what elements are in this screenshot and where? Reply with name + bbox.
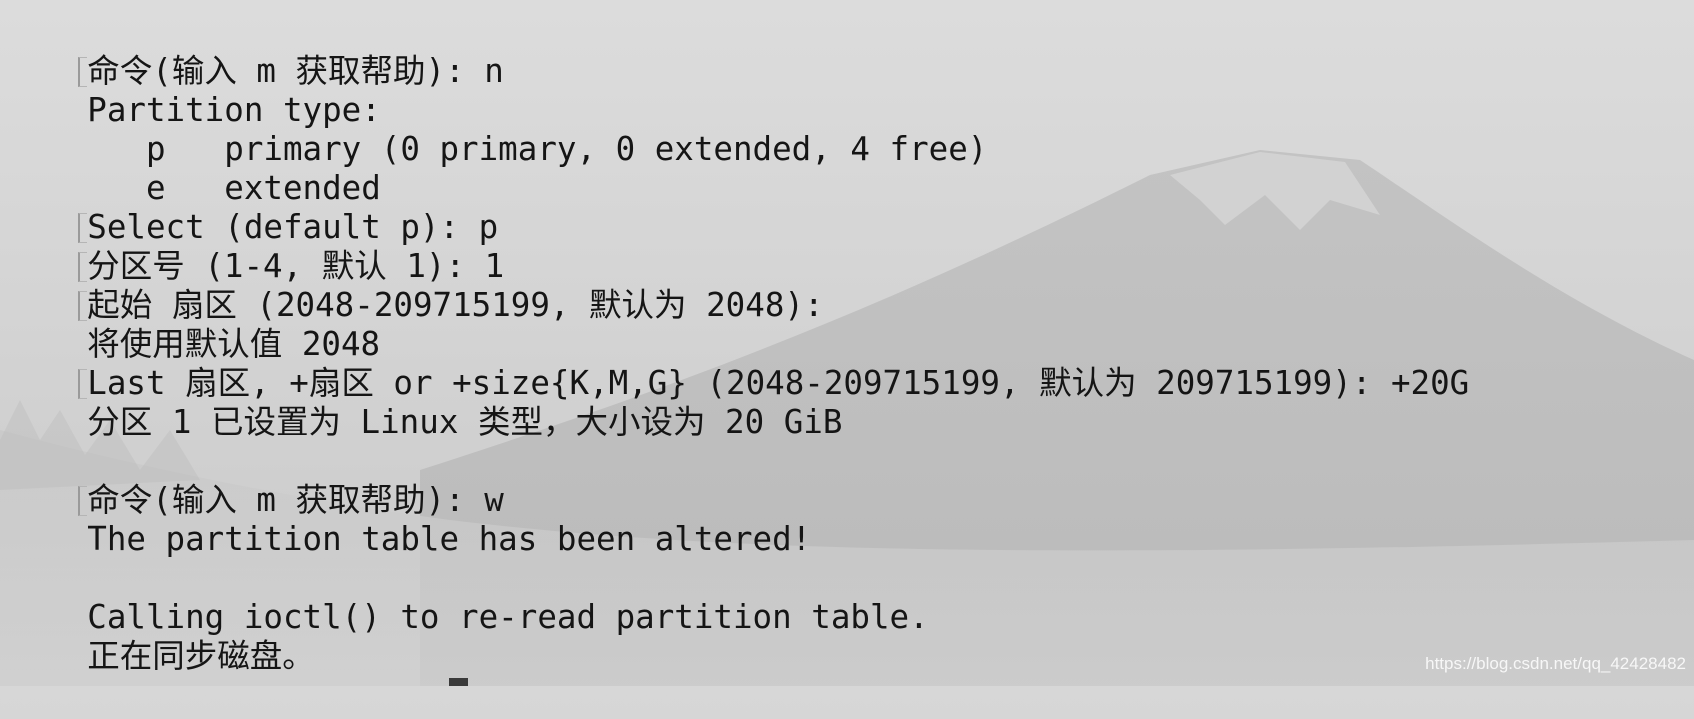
terminal-line: 将使用默认值 2048 [0, 281, 380, 363]
terminal-line: 正在同步磁盘。 [0, 593, 315, 675]
terminal-line: The partition table has been altered! [0, 476, 811, 558]
watermark-text: https://blog.csdn.net/qq_42428482 [1425, 654, 1686, 673]
terminal-line: 分区 1 已设置为 Linux 类型，大小设为 20 GiB [0, 359, 842, 441]
terminal-line: Last 扇区, +扇区 or +size{K,M,G} (2048-20971… [0, 320, 1469, 402]
terminal-line: e extended [0, 125, 381, 207]
terminal-line: p primary (0 primary, 0 extended, 4 free… [0, 86, 987, 168]
terminal-line: 分区号 (1-4, 默认 1): 1 [0, 203, 504, 285]
terminal-line-text: 正在同步磁盘。 [87, 637, 315, 675]
terminal-line: 命令(输入 m 获取帮助): w [0, 437, 504, 519]
terminal-line: 起始 扇区 (2048-209715199, 默认为 2048): [0, 242, 824, 324]
terminal-line: Calling ioctl() to re-read partition tab… [0, 554, 928, 636]
terminal-line: Select (default p): p [0, 164, 498, 246]
terminal-line: 命令(输入 m 获取帮助): n [0, 8, 504, 90]
terminal-line: Partition type: [0, 47, 381, 129]
terminal-output: 命令(输入 m 获取帮助): n Partition type: p prima… [0, 8, 1694, 686]
terminal-cursor[interactable] [449, 678, 468, 686]
